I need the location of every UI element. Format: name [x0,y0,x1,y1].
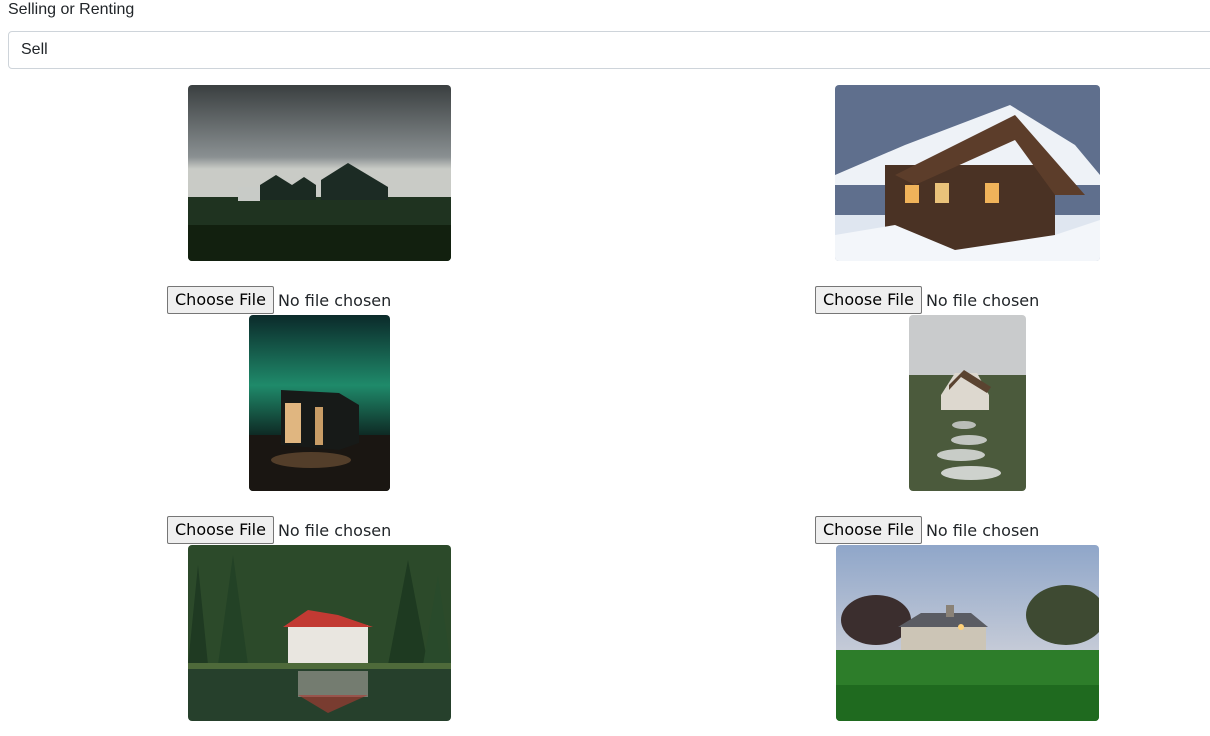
selling-renting-label: Selling or Renting [8,1,135,18]
file-input-3[interactable]: Choose File No file chosen [167,515,391,545]
choose-file-button-1[interactable]: Choose File [167,286,274,314]
choose-file-button-2[interactable]: Choose File [815,286,922,314]
file-input-4[interactable]: Choose File No file chosen [815,515,1039,545]
property-photo-5 [188,545,451,721]
file-input-2[interactable]: Choose File No file chosen [815,285,1039,315]
selling-renting-select[interactable]: Sell [8,31,1210,69]
selling-renting-selected-value: Sell [21,41,48,58]
property-photo-1 [188,85,451,261]
property-photo-6 [836,545,1099,721]
property-photo-2 [835,85,1100,261]
file-input-1[interactable]: Choose File No file chosen [167,285,391,315]
file-status-4: No file chosen [925,520,1040,540]
property-photo-4 [909,315,1026,491]
choose-file-button-3[interactable]: Choose File [167,516,274,544]
file-status-3: No file chosen [277,520,392,540]
file-status-1: No file chosen [277,290,392,310]
property-photo-3 [249,315,390,491]
choose-file-button-4[interactable]: Choose File [815,516,922,544]
file-status-2: No file chosen [925,290,1040,310]
